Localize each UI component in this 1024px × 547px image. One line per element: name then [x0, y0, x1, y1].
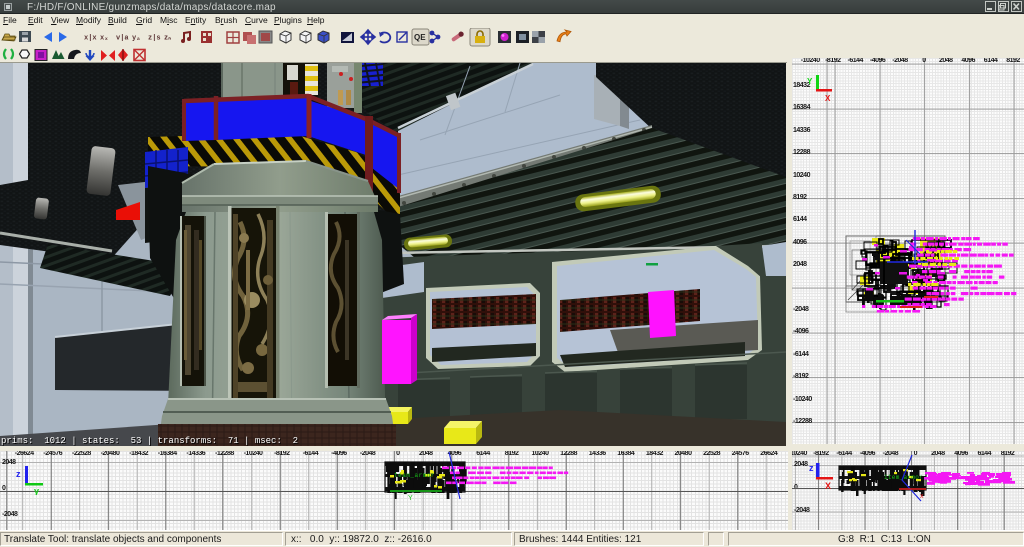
svg-text:x: x — [920, 493, 924, 500]
svg-text:Y: Y — [408, 495, 413, 502]
svg-text:x|x: x|x — [84, 35, 97, 43]
svg-text:yₐ: yₐ — [132, 35, 140, 43]
svg-text:v|a: v|a — [116, 35, 129, 43]
svg-text:QE: QE — [414, 33, 426, 42]
svg-text:zₙ: zₙ — [164, 35, 171, 43]
svg-text:xₓ: xₓ — [100, 35, 108, 43]
svg-text:z|s: z|s — [148, 35, 161, 43]
svg-text:team_armor: team_armor — [394, 472, 435, 479]
